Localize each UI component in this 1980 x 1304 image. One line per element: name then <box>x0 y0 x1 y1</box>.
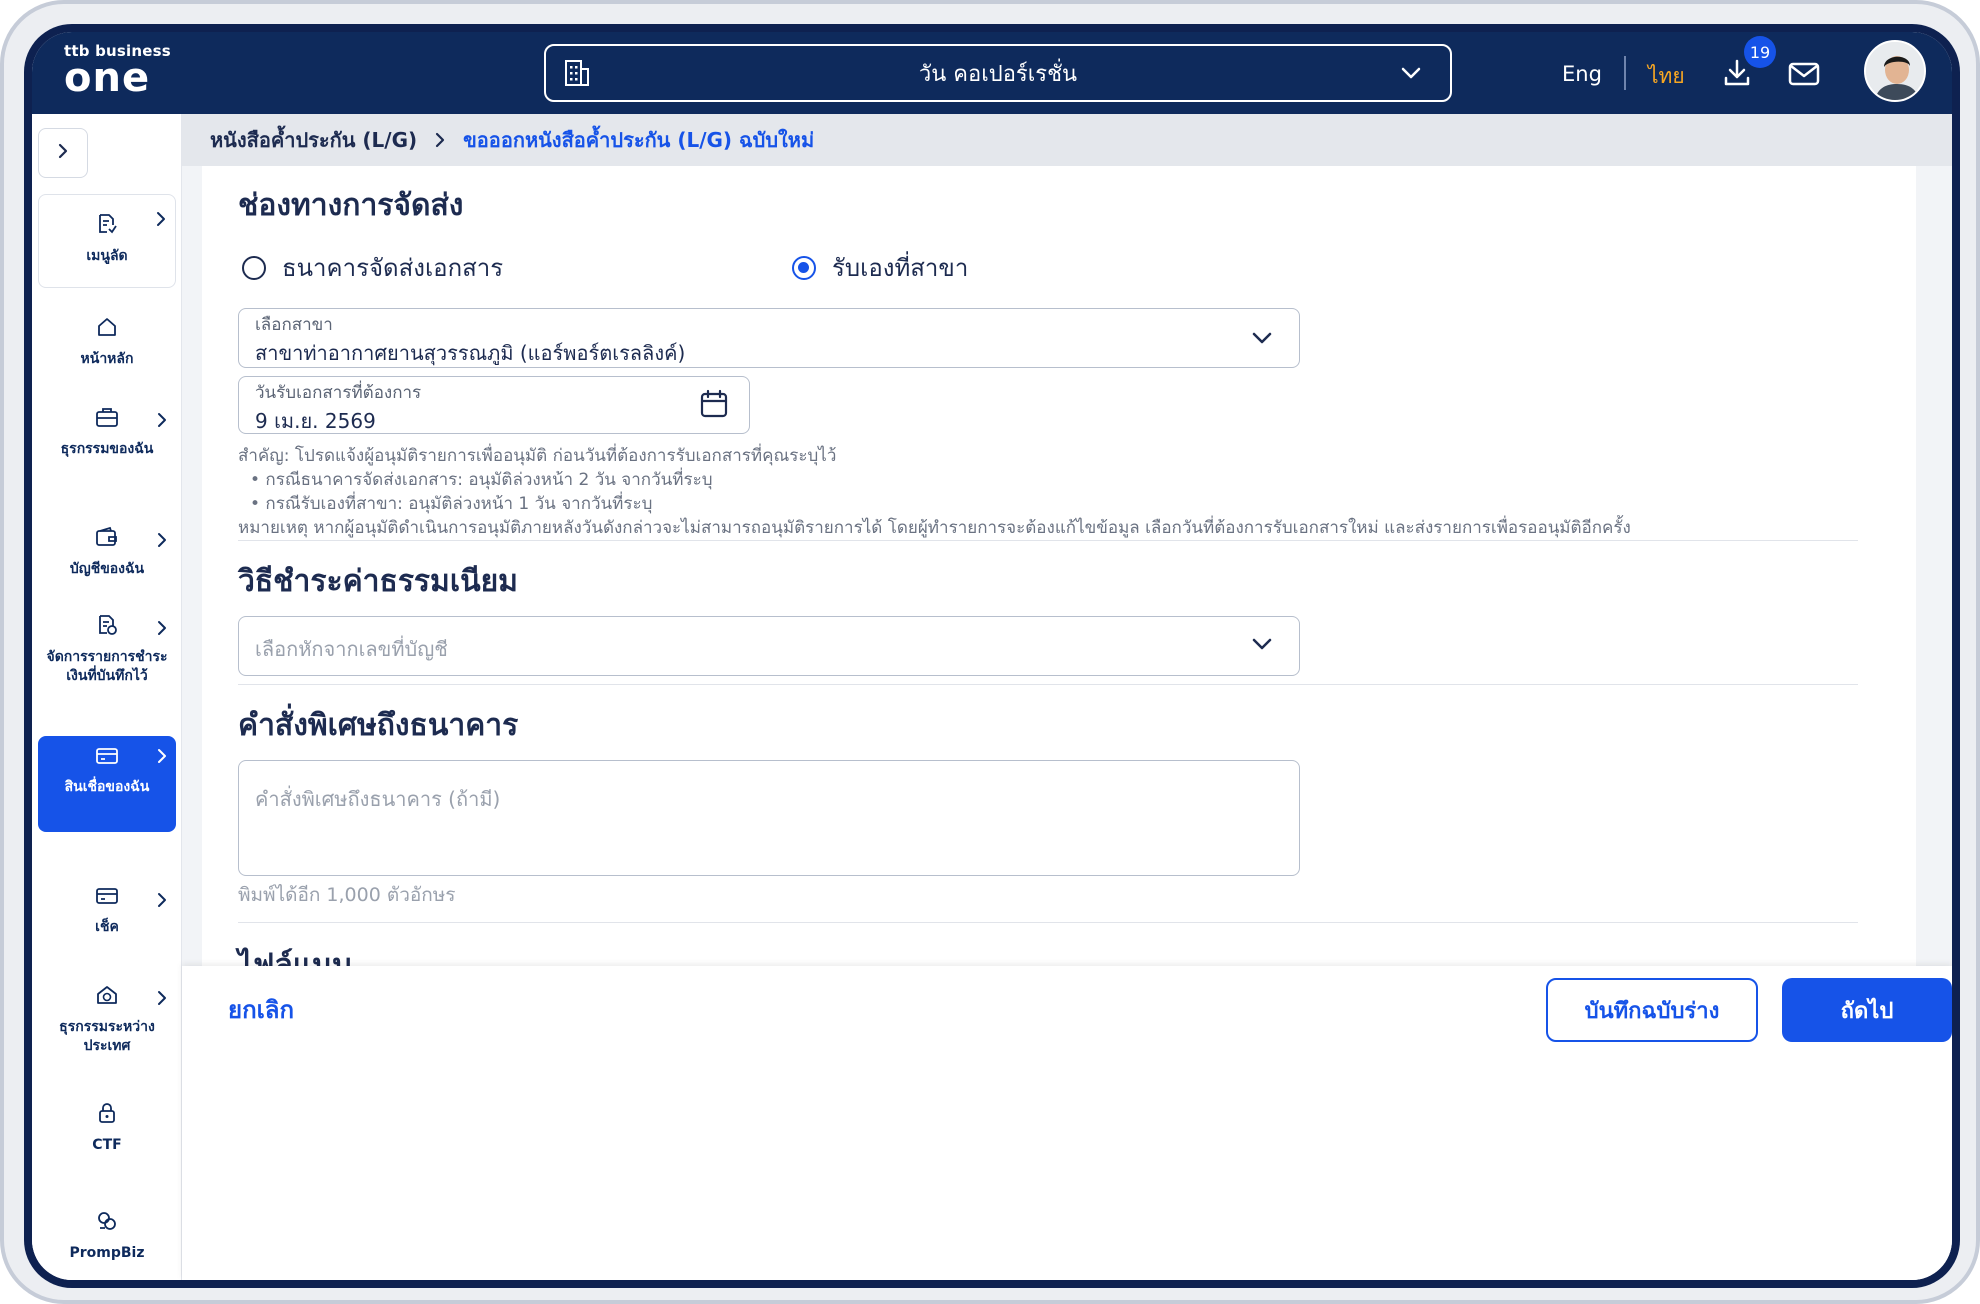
section-divider <box>238 540 1858 541</box>
ttb-business-one-logo[interactable]: ttb business one <box>64 42 171 98</box>
device-frame: ttb business one วัน คอเปอร์เรชั่น Eng ไ… <box>0 0 1980 1304</box>
sidebar-item-label: จัดการรายการชำระเงินที่บันทึกไว้ <box>46 649 168 684</box>
pickup-date-field[interactable]: วันรับเอกสารที่ต้องการ 9 เม.ย. 2569 <box>238 376 750 434</box>
chevron-down-icon <box>1249 325 1275 355</box>
fee-section-title: วิธีชำระค่าธรรมเนียม <box>238 564 518 599</box>
breadcrumb-current: ขอออกหนังสือค้ำประกัน (L/G) ฉบับใหม่ <box>463 128 815 152</box>
field-label: วันรับเอกสารที่ต้องการ <box>255 383 422 403</box>
instruction-section-title: คำสั่งพิเศษถึงธนาคาร <box>238 708 519 743</box>
cancel-button[interactable]: ยกเลิก <box>228 990 294 1029</box>
building-icon <box>564 59 590 91</box>
chevron-right-icon <box>153 211 169 233</box>
breadcrumb: หนังสือค้ำประกัน (L/G) ขอออกหนังสือค้ำปร… <box>182 114 1952 166</box>
sidebar-item-label: ธุรกรรมของฉัน <box>60 441 154 457</box>
sidebar-expand-button[interactable] <box>38 128 88 178</box>
character-counter: พิมพ์ได้อีก 1,000 ตัวอักษร <box>238 884 456 906</box>
calendar-icon[interactable] <box>699 389 729 423</box>
company-selector[interactable]: วัน คอเปอร์เรชั่น <box>544 44 1452 102</box>
sidebar-item-label: หน้าหลัก <box>80 351 134 367</box>
note-remark: หมายเหตุ หากผู้อนุมัติดำเนินการอนุมัติภา… <box>238 518 1631 538</box>
chevron-right-icon <box>53 141 73 165</box>
download-count-badge: 19 <box>1744 36 1776 68</box>
radio-label: รับเองที่สาขา <box>832 254 969 282</box>
field-placeholder: คำสั่งพิเศษถึงธนาคาร (ถ้ามี) <box>255 787 501 811</box>
home-icon <box>38 316 176 344</box>
device-bezel: ttb business one วัน คอเปอร์เรชั่น Eng ไ… <box>24 24 1960 1288</box>
radio-circle-selected <box>792 255 816 280</box>
sidebar-item-label: สินเชื่อของฉัน <box>64 779 150 795</box>
language-thai[interactable]: ไทย <box>1648 60 1685 93</box>
field-placeholder: เลือกหักจากเลขที่บัญชี <box>255 637 448 661</box>
save-draft-button[interactable]: บันทึกฉบับร่าง <box>1546 978 1758 1042</box>
sidebar-item-cheque[interactable]: เช็ค <box>38 882 176 952</box>
delivery-section-title: ช่องทางการจัดส่ง <box>238 188 464 223</box>
sidebar-item-my-loans[interactable]: สินเชื่อของฉัน <box>38 736 176 832</box>
field-value: 9 เม.ย. 2569 <box>255 409 376 433</box>
sidebar-item-label: CTF <box>92 1137 122 1153</box>
fee-account-select[interactable]: เลือกหักจากเลขที่บัญชี <box>238 616 1300 676</box>
sidebar-item-shortcut[interactable]: เมนูลัด <box>38 194 176 288</box>
company-name: วัน คอเปอร์เรชั่น <box>918 61 1078 87</box>
download-icon <box>1722 59 1752 92</box>
logo-big-text: one <box>64 55 151 101</box>
next-button[interactable]: ถัดไป <box>1782 978 1952 1042</box>
radio-bank-delivery[interactable]: ธนาคารจัดส่งเอกสาร <box>242 248 503 287</box>
sidebar-item-label: ธุรกรรมระหว่างประเทศ <box>59 1019 155 1054</box>
sidebar-item-label: เมนูลัด <box>86 248 128 264</box>
section-divider <box>238 922 1858 923</box>
radio-branch-pickup[interactable]: รับเองที่สาขา <box>792 248 968 287</box>
mail-button[interactable] <box>1788 62 1820 90</box>
approval-note: สำคัญ: โปรดแจ้งผู้อนุมัติรายการเพื่ออนุม… <box>238 444 1898 540</box>
chevron-down-icon <box>1249 631 1275 661</box>
sidebar-item-prompbiz[interactable]: PrompBiz <box>38 1210 176 1266</box>
chevron-right-icon <box>431 131 449 149</box>
lock-icon <box>38 1102 176 1130</box>
user-avatar[interactable] <box>1864 40 1926 102</box>
mail-icon <box>1788 62 1820 90</box>
field-value: สาขาท่าอากาศยานสุวรรณภูมิ (แอร์พอร์ตเรลล… <box>255 341 686 365</box>
branch-select[interactable]: เลือกสาขา สาขาท่าอากาศยานสุวรรณภูมิ (แอร… <box>238 308 1300 368</box>
prompbiz-icon <box>38 1210 176 1238</box>
sidebar-item-label: เช็ค <box>95 919 119 935</box>
sidebar-item-home[interactable]: หน้าหลัก <box>38 308 176 378</box>
breadcrumb-parent[interactable]: หนังสือค้ำประกัน (L/G) <box>210 124 417 156</box>
sidebar-item-label: PrompBiz <box>69 1245 145 1261</box>
section-divider <box>238 684 1858 685</box>
radio-circle <box>242 255 266 280</box>
sidebar-item-ctf[interactable]: CTF <box>38 1102 176 1158</box>
attachment-section-title: ไฟล์แนบ <box>238 948 352 966</box>
chevron-right-icon <box>154 748 170 770</box>
language-english[interactable]: Eng <box>1562 62 1602 86</box>
field-label: เลือกสาขา <box>255 315 333 335</box>
chevron-right-icon <box>154 620 170 642</box>
note-bullet-bank: • กรณีธนาคารจัดส่งเอกสาร: อนุมัติล่วงหน้… <box>250 470 713 490</box>
chevron-right-icon <box>154 892 170 914</box>
top-bar: ttb business one วัน คอเปอร์เรชั่น Eng ไ… <box>32 32 1952 114</box>
special-instruction-textarea[interactable]: คำสั่งพิเศษถึงธนาคาร (ถ้ามี) <box>238 760 1300 876</box>
sidebar-item-my-accounts[interactable]: บัญชีของฉัน <box>38 522 176 592</box>
sidebar-item-saved-payments[interactable]: จัดการรายการชำระเงินที่บันทึกไว้ <box>38 610 176 720</box>
language-divider <box>1624 56 1626 90</box>
chevron-down-icon <box>1398 60 1424 90</box>
form-card: ช่องทางการจัดส่ง ธนาคารจัดส่งเอกสาร รับเ… <box>202 166 1916 966</box>
note-important: สำคัญ: โปรดแจ้งผู้อนุมัติรายการเพื่ออนุม… <box>238 446 837 466</box>
footer-action-bar: ยกเลิก บันทึกฉบับร่าง ถัดไป <box>182 966 1952 1280</box>
sidebar-item-label: บัญชีของฉัน <box>69 561 145 577</box>
main-content: ช่องทางการจัดส่ง ธนาคารจัดส่งเอกสาร รับเ… <box>182 166 1952 966</box>
chevron-right-icon <box>154 532 170 554</box>
sidebar-item-international[interactable]: ธุรกรรมระหว่างประเทศ <box>38 980 176 1070</box>
app-screen: ttb business one วัน คอเปอร์เรชั่น Eng ไ… <box>32 32 1952 1280</box>
chevron-right-icon <box>154 412 170 434</box>
radio-label: ธนาคารจัดส่งเอกสาร <box>282 254 504 282</box>
chevron-right-icon <box>154 990 170 1012</box>
note-bullet-branch: • กรณีรับเองที่สาขา: อนุมัติล่วงหน้า 1 ว… <box>250 494 653 514</box>
sidebar: เมนูลัด หน้าหลัก ธุรกรรมของฉัน บัญชีของฉ… <box>32 114 182 1280</box>
sidebar-item-my-transactions[interactable]: ธุรกรรมของฉัน <box>38 402 176 492</box>
